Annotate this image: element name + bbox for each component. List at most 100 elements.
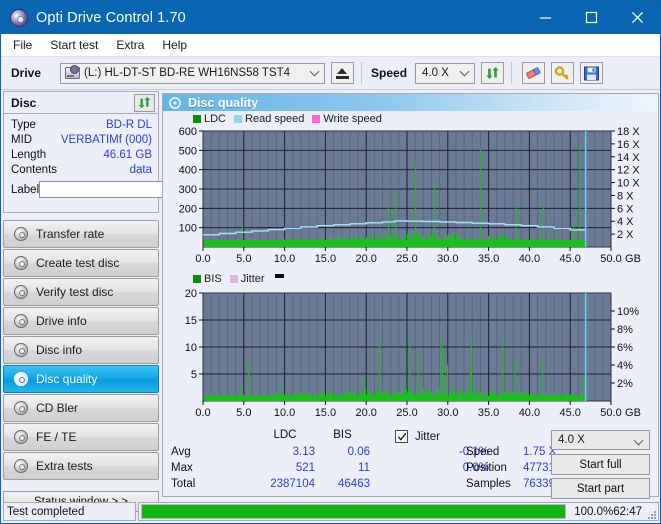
svg-text:500: 500	[179, 145, 197, 157]
svg-text:15: 15	[185, 315, 197, 327]
panel-title: Disc quality	[188, 95, 259, 110]
window-title: Opti Drive Control 1.70	[36, 9, 186, 26]
disc-icon	[10, 343, 32, 357]
eraser-icon	[526, 66, 541, 79]
speed-select-value: 4.0 X	[422, 67, 449, 79]
stats-ldc-max: 521	[295, 462, 315, 474]
legend-label-read-speed: Read speed	[245, 112, 305, 125]
scale-marker-icon	[274, 273, 284, 278]
sidebar-item-disc-info[interactable]: Disc info	[3, 336, 159, 364]
menu-file[interactable]: File	[4, 36, 41, 54]
close-icon[interactable]	[614, 1, 660, 34]
sidebar-item-drive-info[interactable]: Drive info	[3, 307, 159, 335]
svg-text:10.0: 10.0	[274, 407, 295, 419]
svg-text:30.0: 30.0	[437, 253, 458, 265]
sidebar-item-cd-bler[interactable]: CD Bler	[3, 394, 159, 422]
svg-text:5.0: 5.0	[236, 253, 251, 265]
nav-list: Transfer rate Create test disc Verify te…	[3, 220, 159, 481]
window-controls	[522, 1, 660, 34]
top-chart: 100 200 300 400 500 600 2 X4 X6 X8 X 10 X 12 X 14…	[163, 125, 658, 269]
sidebar-item-extra-tests[interactable]: Extra tests	[3, 452, 159, 480]
svg-text:20.0: 20.0	[355, 253, 376, 265]
drive-select[interactable]: (L:) HL-DT-ST BD-RE WH16NS58 TST4	[60, 62, 326, 84]
svg-text:GB: GB	[625, 407, 641, 419]
sidebar-item-label: CD Bler	[36, 401, 79, 415]
svg-text:4%: 4%	[617, 360, 633, 372]
sidebar-item-disc-quality[interactable]: Disc quality	[3, 365, 159, 393]
speed-select[interactable]: 4.0 X	[415, 62, 476, 84]
svg-text:15.0: 15.0	[315, 407, 336, 419]
key-button[interactable]	[551, 62, 575, 84]
app-disc-icon	[10, 8, 28, 27]
legend-top-chart: LDC Read speed Write speed	[163, 112, 658, 125]
chevron-down-icon	[309, 66, 320, 76]
disc-icon	[10, 372, 32, 386]
drive-label: Drive	[11, 66, 42, 80]
disc-row-value: BD-R DL	[105, 119, 152, 131]
stats-ldc-total: 2387104	[270, 478, 315, 490]
sidebar-item-verify-test-disc[interactable]: Verify test disc	[3, 278, 159, 306]
disc-refresh-button[interactable]	[134, 93, 155, 112]
sidebar-item-label: Disc info	[36, 343, 83, 357]
status-message: Test completed	[3, 502, 137, 521]
key-icon	[554, 65, 569, 80]
svg-text:0.0: 0.0	[195, 407, 210, 419]
refresh-icon	[138, 96, 151, 109]
disc-row-mid: MID VERBATIMf (000)	[11, 133, 152, 148]
maximize-icon[interactable]	[568, 1, 614, 34]
eject-button[interactable]	[331, 62, 355, 84]
disc-icon	[10, 459, 32, 473]
save-button[interactable]	[580, 62, 604, 84]
menu-extra[interactable]: Extra	[107, 36, 153, 54]
bottom-chart: 5 10 15 20 2% 4% 6% 8% 10% 0.0 5.0 10.0 15.0 20.0 25.0…	[163, 285, 658, 425]
progress-area: 100.0% 62:47	[138, 502, 659, 521]
resize-grip[interactable]	[646, 509, 656, 519]
disc-info-rows: Type BD-R DL MID VERBATIMf (000) Length …	[4, 114, 240, 198]
legend-label-ldc: LDC	[204, 112, 227, 125]
svg-text:400: 400	[179, 165, 197, 177]
start-full-button[interactable]: Start full	[551, 454, 650, 475]
disc-row-key: MID	[11, 134, 33, 146]
menu-help[interactable]: Help	[153, 36, 196, 54]
disc-row-key: Contents	[11, 164, 58, 176]
svg-text:4 X: 4 X	[617, 216, 634, 228]
sidebar-item-transfer-rate[interactable]: Transfer rate	[3, 220, 159, 248]
svg-text:300: 300	[179, 184, 197, 196]
menu-start-test[interactable]: Start test	[41, 36, 107, 54]
legend-label-write-speed: Write speed	[323, 112, 382, 125]
sidebar-item-fe-te[interactable]: FE / TE	[3, 423, 159, 451]
status-bar: Test completed 100.0% 62:47	[3, 502, 659, 521]
sidebar-item-create-test-disc[interactable]: Create test disc	[3, 249, 159, 277]
refresh-button[interactable]	[481, 62, 505, 84]
svg-text:100: 100	[179, 223, 197, 235]
minimize-icon[interactable]	[522, 1, 568, 34]
svg-text:35.0: 35.0	[478, 253, 499, 265]
disc-icon	[10, 285, 32, 299]
chevron-down-icon	[459, 66, 470, 76]
svg-text:8%: 8%	[617, 324, 633, 336]
disc-row-value: VERBATIMf (000)	[60, 134, 152, 146]
app-window: Opti Drive Control 1.70 File Start test …	[0, 0, 661, 524]
toolbar-divider-1	[361, 62, 363, 84]
erase-button[interactable]	[522, 62, 546, 84]
drive-select-value: (L:) HL-DT-ST BD-RE WH16NS58 TST4	[84, 67, 291, 79]
disc-row-contents: Contents data	[11, 163, 152, 178]
svg-text:200: 200	[179, 203, 197, 215]
check-icon	[397, 432, 406, 441]
panel-header: Disc quality	[163, 94, 658, 111]
disc-label-row: Label	[11, 181, 240, 198]
svg-text:15.0: 15.0	[315, 253, 336, 265]
title-bar: Opti Drive Control 1.70	[1, 1, 660, 34]
test-speed-select[interactable]: 4.0 X	[551, 430, 650, 450]
start-part-button[interactable]: Start part	[551, 478, 650, 499]
disc-icon	[10, 314, 32, 328]
svg-text:25.0: 25.0	[396, 253, 417, 265]
svg-text:0.0: 0.0	[195, 253, 210, 265]
jitter-label: Jitter	[415, 431, 440, 443]
jitter-checkbox[interactable]	[395, 430, 408, 443]
disc-info-header: Disc	[4, 92, 158, 114]
sidebar-item-label: Transfer rate	[36, 227, 105, 241]
disc-info-title: Disc	[11, 95, 37, 110]
legend-label-jitter: Jitter	[240, 272, 265, 285]
disc-icon	[10, 401, 32, 415]
